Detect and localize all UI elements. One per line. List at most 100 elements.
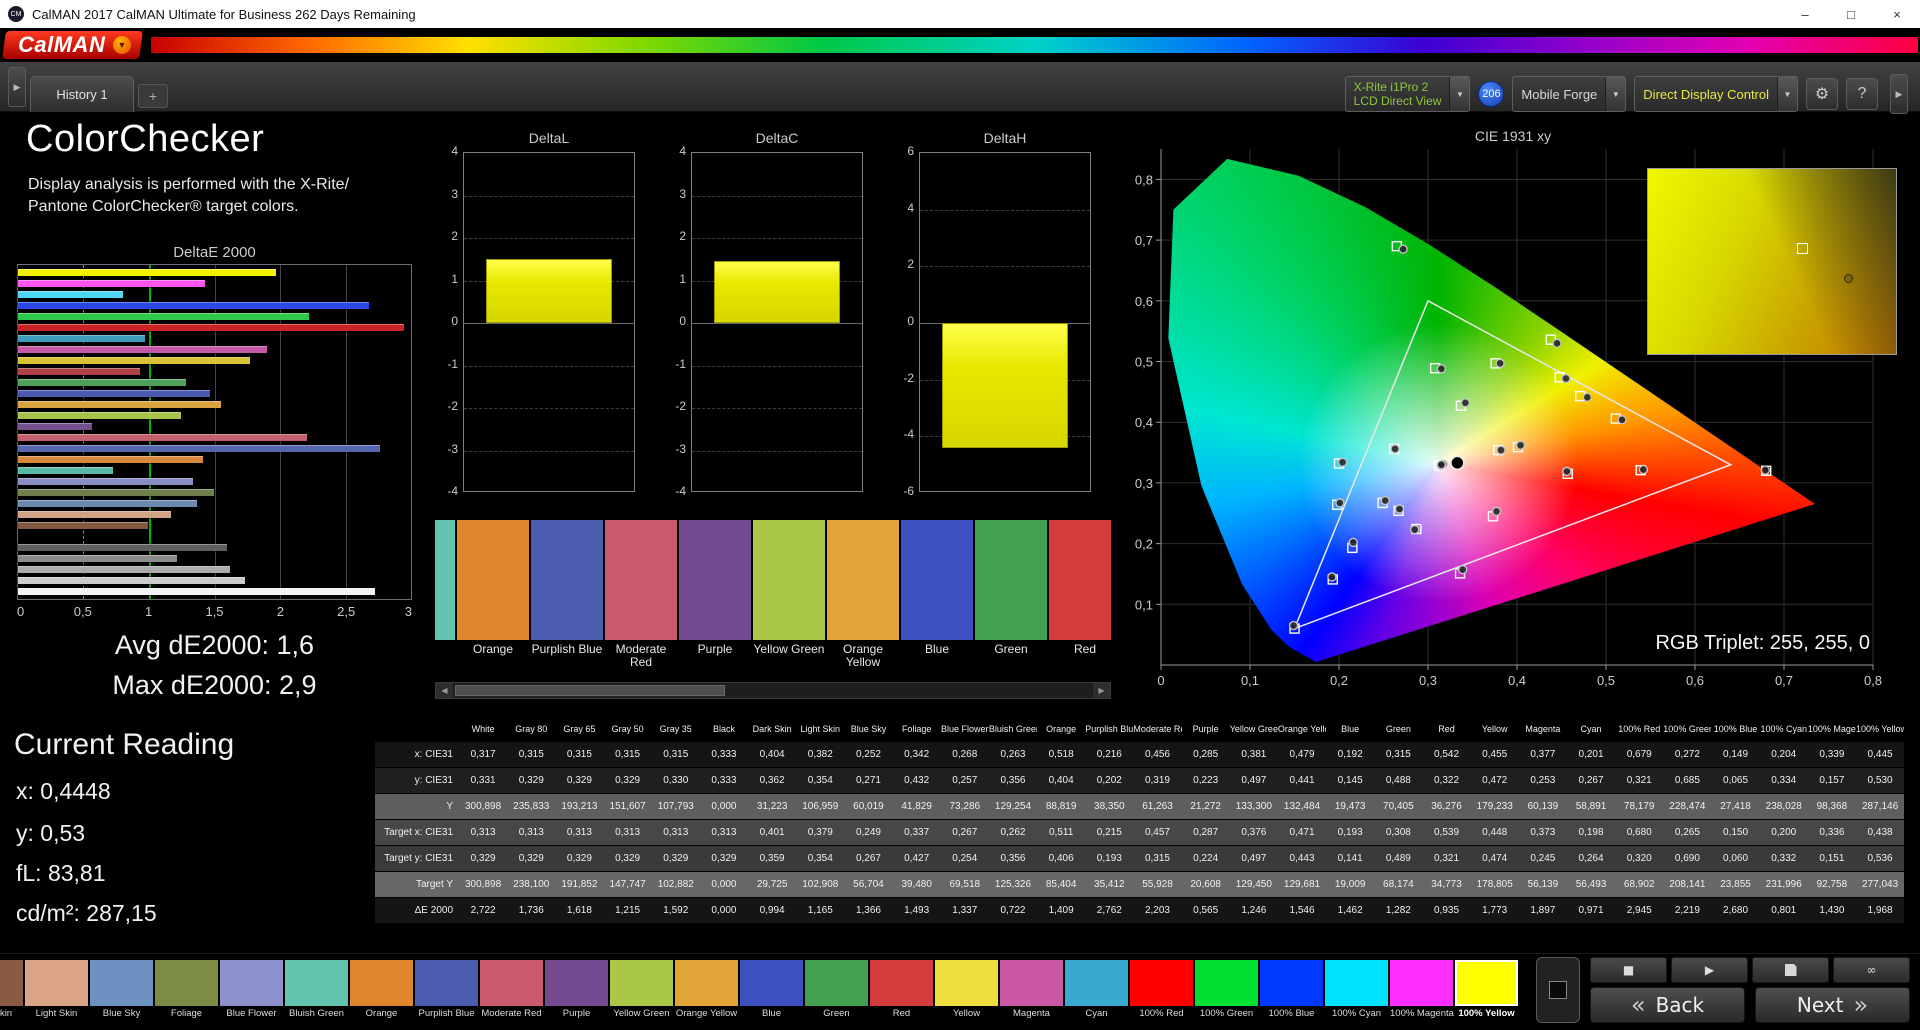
cie-measured-point bbox=[1459, 566, 1467, 574]
palette-item[interactable]: Yellow bbox=[935, 960, 998, 1030]
palette-item[interactable]: 100% Magenta bbox=[1390, 960, 1453, 1030]
swatch-tile[interactable]: Orange bbox=[457, 520, 529, 672]
swatch-color bbox=[901, 520, 973, 640]
palette-item[interactable]: Dark Skin bbox=[0, 960, 23, 1030]
table-cell: 58,891 bbox=[1567, 801, 1615, 812]
swatch-tile[interactable] bbox=[435, 520, 455, 672]
palette-item[interactable]: Magenta bbox=[1000, 960, 1063, 1030]
axis-tick-label: 1 bbox=[451, 272, 458, 286]
palette-item[interactable]: Foliage bbox=[155, 960, 218, 1030]
table-cell: 70,405 bbox=[1374, 801, 1422, 812]
table-header-cell: Bluish Green bbox=[989, 724, 1037, 734]
palette-item[interactable]: Cyan bbox=[1065, 960, 1128, 1030]
cie-measured-point bbox=[1349, 538, 1357, 546]
palette-item[interactable]: Orange bbox=[350, 960, 413, 1030]
add-tab-button[interactable]: + bbox=[138, 84, 168, 108]
left-panel-expander[interactable]: ▶ bbox=[8, 67, 26, 107]
de-bar-row bbox=[18, 335, 411, 343]
help-button[interactable]: ? bbox=[1846, 78, 1878, 110]
palette-item[interactable]: Yellow Green bbox=[610, 960, 673, 1030]
back-button[interactable]: «Back bbox=[1590, 987, 1745, 1023]
scroll-right-icon[interactable]: ▶ bbox=[1093, 683, 1110, 698]
right-panel-expander[interactable]: ▶ bbox=[1890, 74, 1908, 114]
pattern-source-arrow-icon[interactable]: ▼ bbox=[1605, 77, 1625, 111]
swatch-tile[interactable]: Blue bbox=[901, 520, 973, 672]
palette-label: Red bbox=[870, 1008, 933, 1019]
palette-item[interactable]: 100% Green bbox=[1195, 960, 1258, 1030]
palette-label: Green bbox=[805, 1008, 868, 1019]
palette-item[interactable]: Bluish Green bbox=[285, 960, 348, 1030]
palette-color bbox=[350, 960, 413, 1006]
meter-dropdown-arrow-icon[interactable]: ▼ bbox=[1449, 77, 1469, 111]
table-cell: 60,019 bbox=[844, 801, 892, 812]
palette-item[interactable]: Green bbox=[805, 960, 868, 1030]
cie-measured-point bbox=[1493, 507, 1501, 515]
display-control-arrow-icon[interactable]: ▼ bbox=[1777, 77, 1797, 111]
pattern-window-button[interactable] bbox=[1536, 957, 1580, 1023]
settings-button[interactable]: ⚙ bbox=[1806, 78, 1838, 110]
swatch-tile[interactable]: Moderate Red bbox=[605, 520, 677, 672]
table-cell: 238,100 bbox=[507, 879, 555, 890]
display-control-dropdown[interactable]: Direct Display Control ▼ bbox=[1634, 76, 1798, 112]
palette-item[interactable]: Blue Flower bbox=[220, 960, 283, 1030]
swatch-tile[interactable]: Red bbox=[1049, 520, 1111, 672]
cie-measured-point bbox=[1761, 466, 1769, 474]
scroll-track[interactable] bbox=[453, 683, 1093, 698]
table-cell: 0,565 bbox=[1182, 905, 1230, 916]
table-cell: 0,331 bbox=[459, 775, 507, 786]
next-button[interactable]: Next» bbox=[1755, 987, 1910, 1023]
stop-button[interactable]: ■ bbox=[1590, 957, 1667, 983]
meter-dropdown[interactable]: X-Rite i1Pro 2 LCD Direct View ▼ bbox=[1345, 76, 1471, 112]
palette-label: Purple bbox=[545, 1008, 608, 1019]
save-button[interactable] bbox=[1752, 957, 1829, 983]
cie-measured-point bbox=[1517, 441, 1525, 449]
palette-item[interactable]: 100% Cyan bbox=[1325, 960, 1388, 1030]
table-cell: 0,319 bbox=[1133, 775, 1181, 786]
play-button[interactable]: ▶ bbox=[1671, 957, 1748, 983]
palette-item[interactable]: 100% Yellow bbox=[1455, 960, 1518, 1030]
swatch-tile[interactable]: Purplish Blue bbox=[531, 520, 603, 672]
minimize-button[interactable]: – bbox=[1782, 0, 1828, 28]
palette-item[interactable]: Light Skin bbox=[25, 960, 88, 1030]
palette-item[interactable]: 100% Blue bbox=[1260, 960, 1323, 1030]
swatch-color bbox=[975, 520, 1047, 640]
maximize-button[interactable]: □ bbox=[1828, 0, 1874, 28]
continuous-measure-button[interactable]: ∞ bbox=[1833, 957, 1910, 983]
de-bar-row bbox=[18, 302, 411, 310]
palette-item[interactable]: Purple bbox=[545, 960, 608, 1030]
table-row: Target y: CIE310,3290,3290,3290,3290,329… bbox=[375, 846, 1904, 872]
calman-logo-arrow-icon[interactable]: ▼ bbox=[113, 36, 131, 54]
scroll-thumb[interactable] bbox=[455, 685, 725, 696]
palette-label: Cyan bbox=[1065, 1008, 1128, 1019]
gridline bbox=[692, 238, 862, 239]
table-cell: 0,489 bbox=[1374, 853, 1422, 864]
table-cell: 0,333 bbox=[700, 775, 748, 786]
swatch-tile[interactable]: Yellow Green bbox=[753, 520, 825, 672]
table-cell: 106,959 bbox=[796, 801, 844, 812]
palette-item[interactable]: Red bbox=[870, 960, 933, 1030]
tab-history-1[interactable]: History 1 bbox=[30, 76, 134, 112]
current-reading-x: x: 0,4448 bbox=[16, 778, 111, 805]
table-cell: 0,193 bbox=[1326, 827, 1374, 838]
swatch-tile[interactable]: Purple bbox=[679, 520, 751, 672]
palette-item[interactable]: Blue bbox=[740, 960, 803, 1030]
swatch-scrollbar[interactable]: ◀ ▶ bbox=[435, 682, 1111, 699]
table-cell: 0,329 bbox=[507, 775, 555, 786]
table-header-cell: Purplish Blue bbox=[1085, 724, 1133, 734]
palette-item[interactable]: Blue Sky bbox=[90, 960, 153, 1030]
palette-item[interactable]: Orange Yellow bbox=[675, 960, 738, 1030]
table-header-row: WhiteGray 80Gray 65Gray 50Gray 35BlackDa… bbox=[375, 716, 1904, 742]
pattern-source-dropdown[interactable]: Mobile Forge ▼ bbox=[1512, 76, 1626, 112]
palette-item[interactable]: Purplish Blue bbox=[415, 960, 478, 1030]
swatch-tile[interactable]: Orange Yellow bbox=[827, 520, 899, 672]
palette-item[interactable]: Moderate Red bbox=[480, 960, 543, 1030]
swatch-tile[interactable]: Green bbox=[975, 520, 1047, 672]
table-cell: 2,219 bbox=[1663, 905, 1711, 916]
axis-tick-label: 0 bbox=[17, 604, 24, 619]
palette-item[interactable]: 100% Red bbox=[1130, 960, 1193, 1030]
palette-color bbox=[1130, 960, 1193, 1006]
palette-color bbox=[610, 960, 673, 1006]
table-cell: 0,354 bbox=[796, 775, 844, 786]
close-button[interactable]: × bbox=[1874, 0, 1920, 28]
scroll-left-icon[interactable]: ◀ bbox=[436, 683, 453, 698]
